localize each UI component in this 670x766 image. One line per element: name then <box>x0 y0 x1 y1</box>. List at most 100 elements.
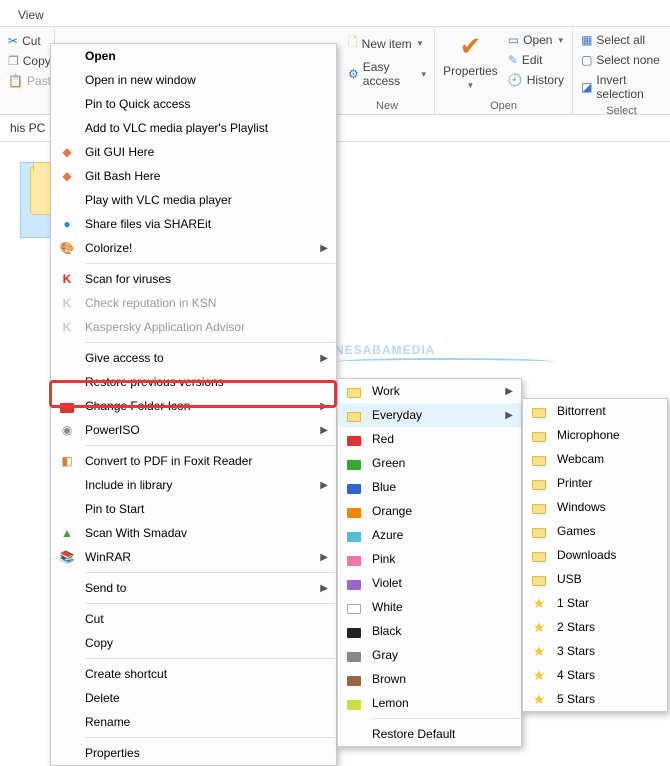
sub-pink[interactable]: Pink <box>338 547 521 571</box>
sub2-printer[interactable]: Printer <box>523 471 667 495</box>
copy-label: Copy <box>23 54 51 68</box>
ctx-pin-quick-access[interactable]: Pin to Quick access <box>51 92 336 116</box>
sub-orange[interactable]: Orange <box>338 499 521 523</box>
folder-icon <box>346 407 362 423</box>
select-none-label: Select none <box>596 53 659 67</box>
separator <box>85 445 335 446</box>
edit-label: Edit <box>522 53 543 67</box>
select-all-label: Select all <box>596 33 645 47</box>
ctx-git-gui[interactable]: ◆Git GUI Here <box>51 140 336 164</box>
submenu-everyday: Bittorrent Microphone Webcam Printer Win… <box>522 398 668 712</box>
sub-work[interactable]: Work▶ <box>338 379 521 403</box>
chevron-right-icon: ▶ <box>320 353 328 364</box>
sub-gray[interactable]: Gray <box>338 643 521 667</box>
easy-access-button[interactable]: ⚙ Easy access ▾ <box>348 58 426 90</box>
ctx-shareit[interactable]: ●Share files via SHAREit <box>51 212 336 236</box>
ctx-properties[interactable]: Properties <box>51 741 336 765</box>
ribbon-clipboard-group: ✂ Cut ❐ Copy 📋 Paste <box>0 27 55 114</box>
ctx-foxit[interactable]: ◧Convert to PDF in Foxit Reader <box>51 449 336 473</box>
sub2-webcam[interactable]: Webcam <box>523 447 667 471</box>
ctx-create-shortcut[interactable]: Create shortcut <box>51 662 336 686</box>
new-item-icon: 🗋 <box>348 33 358 54</box>
separator <box>85 603 335 604</box>
ctx-open[interactable]: Open <box>51 44 336 68</box>
star-icon: ★ <box>531 643 547 659</box>
folder-violet-icon <box>346 575 362 591</box>
ctx-send-to[interactable]: Send to▶ <box>51 576 336 600</box>
folder-icon <box>531 547 547 563</box>
new-item-button[interactable]: 🗋 New item ▾ <box>348 31 426 56</box>
ctx-open-new-window[interactable]: Open in new window <box>51 68 336 92</box>
sub2-downloads[interactable]: Downloads <box>523 543 667 567</box>
sub-violet[interactable]: Violet <box>338 571 521 595</box>
open-label: Open <box>523 33 552 47</box>
folder-gray-icon <box>346 647 362 663</box>
sub2-usb[interactable]: USB <box>523 567 667 591</box>
ctx-kaspersky-advisor[interactable]: KKaspersky Application Advisor <box>51 315 336 339</box>
sub-white[interactable]: White <box>338 595 521 619</box>
ctx-smadav[interactable]: ▲Scan With Smadav <box>51 521 336 545</box>
history-button[interactable]: 🕘 History <box>508 71 564 89</box>
properties-button[interactable]: ✔ Properties ▾ <box>443 31 498 91</box>
sub-black[interactable]: Black <box>338 619 521 643</box>
folder-azure-icon <box>346 527 362 543</box>
sub2-windows[interactable]: Windows <box>523 495 667 519</box>
sub-azure[interactable]: Azure <box>338 523 521 547</box>
sub-brown[interactable]: Brown <box>338 667 521 691</box>
invert-selection-button[interactable]: ◪ Invert selection <box>581 71 662 103</box>
separator <box>372 718 520 719</box>
ctx-colorize[interactable]: 🎨Colorize!▶ <box>51 236 336 260</box>
ctx-rename[interactable]: Rename <box>51 710 336 734</box>
watermark: NESABAMEDIA <box>335 330 435 361</box>
sub2-microphone[interactable]: Microphone <box>523 423 667 447</box>
properties-icon: ✔ <box>460 31 482 62</box>
open-button[interactable]: ▭ Open ▾ <box>508 31 564 49</box>
edit-button[interactable]: ✎ Edit <box>508 51 564 69</box>
ctx-delete[interactable]: Delete <box>51 686 336 710</box>
sub2-4stars[interactable]: ★4 Stars <box>523 663 667 687</box>
ctx-change-folder-icon[interactable]: Change Folder Icon▶ <box>51 394 336 418</box>
copy-button[interactable]: ❐ Copy <box>8 52 46 70</box>
copy-icon: ❐ <box>8 54 19 68</box>
folder-icon <box>531 523 547 539</box>
ctx-restore-previous[interactable]: Restore previous versions <box>51 370 336 394</box>
submenu-change-folder-icon: Work▶ Everyday▶ Red Green Blue Orange Az… <box>337 378 522 747</box>
sub2-bittorrent[interactable]: Bittorrent <box>523 399 667 423</box>
sub2-5stars[interactable]: ★5 Stars <box>523 687 667 711</box>
sub-lemon[interactable]: Lemon <box>338 691 521 715</box>
sub-red[interactable]: Red <box>338 427 521 451</box>
sub2-2stars[interactable]: ★2 Stars <box>523 615 667 639</box>
ctx-pin-start[interactable]: Pin to Start <box>51 497 336 521</box>
ctx-vlc-play[interactable]: Play with VLC media player <box>51 188 336 212</box>
ctx-scan-viruses[interactable]: KScan for viruses <box>51 267 336 291</box>
chevron-down-icon: ▾ <box>422 69 427 80</box>
group-label-new: New <box>348 98 426 112</box>
paste-button[interactable]: 📋 Paste <box>8 72 46 90</box>
sub2-3stars[interactable]: ★3 Stars <box>523 639 667 663</box>
sub2-1star[interactable]: ★1 Star <box>523 591 667 615</box>
ctx-vlc-add-playlist[interactable]: Add to VLC media player's Playlist <box>51 116 336 140</box>
ctx-poweriso[interactable]: ◉PowerISO▶ <box>51 418 336 442</box>
scissors-icon: ✂ <box>8 34 18 48</box>
ctx-cut[interactable]: Cut <box>51 607 336 631</box>
ctx-give-access[interactable]: Give access to▶ <box>51 346 336 370</box>
sub-everyday[interactable]: Everyday▶ <box>338 403 521 427</box>
select-all-button[interactable]: ▦ Select all <box>581 31 662 49</box>
chevron-right-icon: ▶ <box>505 410 513 421</box>
ctx-ksn[interactable]: KCheck reputation in KSN <box>51 291 336 315</box>
sub-restore-default[interactable]: Restore Default <box>338 722 521 746</box>
sub2-games[interactable]: Games <box>523 519 667 543</box>
breadcrumb-thispc[interactable]: his PC <box>10 121 45 135</box>
sub-blue[interactable]: Blue <box>338 475 521 499</box>
cut-button[interactable]: ✂ Cut <box>8 32 46 50</box>
paste-icon: 📋 <box>8 74 23 88</box>
folder-icon <box>531 451 547 467</box>
separator <box>85 263 335 264</box>
tab-view[interactable]: View <box>10 4 52 26</box>
ctx-git-bash[interactable]: ◆Git Bash Here <box>51 164 336 188</box>
ctx-include-library[interactable]: Include in library▶ <box>51 473 336 497</box>
ctx-copy[interactable]: Copy <box>51 631 336 655</box>
ctx-winrar[interactable]: 📚WinRAR▶ <box>51 545 336 569</box>
sub-green[interactable]: Green <box>338 451 521 475</box>
select-none-button[interactable]: ▢ Select none <box>581 51 662 69</box>
